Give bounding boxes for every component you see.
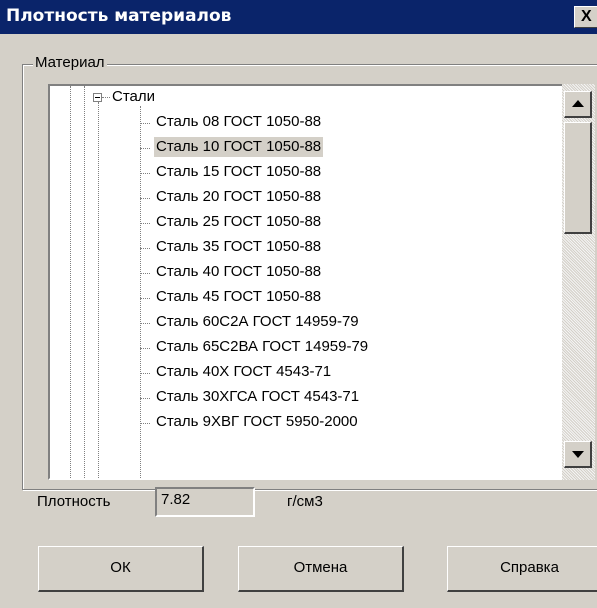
material-group-label: Материал bbox=[33, 54, 107, 71]
tree-guide-line bbox=[140, 123, 150, 124]
tree-guide-line bbox=[140, 148, 150, 149]
scroll-up-button[interactable] bbox=[564, 91, 592, 118]
scroll-thumb[interactable] bbox=[564, 122, 592, 234]
tree-guide-line bbox=[98, 102, 99, 478]
tree-node-steel-grade[interactable]: Сталь 40Х ГОСТ 4543-71 bbox=[154, 362, 333, 382]
density-unit-label: г/см3 bbox=[287, 493, 323, 510]
tree-node-steels[interactable]: Стали bbox=[110, 87, 157, 107]
tree-guide-line bbox=[84, 86, 85, 478]
tree-node-steel-grade[interactable]: Сталь 40 ГОСТ 1050-88 bbox=[154, 262, 323, 282]
tree-node-steel-grade[interactable]: Сталь 20 ГОСТ 1050-88 bbox=[154, 187, 323, 207]
help-button[interactable]: Справка bbox=[447, 546, 597, 592]
material-tree[interactable]: Стали Сталь 08 ГОСТ 1050-88 Сталь 10 ГОСТ… bbox=[48, 84, 595, 480]
arrow-up-icon bbox=[572, 100, 584, 107]
window-title: Плотность материалов bbox=[6, 6, 232, 26]
close-button[interactable]: X bbox=[574, 6, 597, 28]
tree-node-steel-grade[interactable]: Сталь 45 ГОСТ 1050-88 bbox=[154, 287, 323, 307]
tree-guide-line bbox=[140, 173, 150, 174]
tree-guide-line bbox=[140, 248, 150, 249]
tree-guide-line bbox=[70, 86, 71, 478]
tree-node-steel-grade[interactable]: Сталь 30ХГСА ГОСТ 4543-71 bbox=[154, 387, 361, 407]
density-field[interactable]: 7.82 bbox=[155, 487, 255, 517]
title-bar: Плотность материалов X bbox=[0, 0, 597, 34]
tree-guide-line bbox=[102, 97, 110, 98]
tree-guide-line bbox=[140, 373, 150, 374]
tree-guide-line bbox=[140, 273, 150, 274]
tree-guide-line bbox=[140, 298, 150, 299]
collapse-icon[interactable] bbox=[93, 93, 102, 102]
density-label: Плотность bbox=[37, 493, 111, 510]
tree-node-steel-grade[interactable]: Сталь 15 ГОСТ 1050-88 bbox=[154, 162, 323, 182]
tree-node-steel-grade[interactable]: Сталь 35 ГОСТ 1050-88 bbox=[154, 237, 323, 257]
tree-guide-line bbox=[140, 106, 141, 478]
tree-guide-line bbox=[140, 223, 150, 224]
tree-node-steel-grade[interactable]: Сталь 25 ГОСТ 1050-88 bbox=[154, 212, 323, 232]
cancel-button[interactable]: Отмена bbox=[238, 546, 404, 592]
tree-guide-line bbox=[140, 323, 150, 324]
tree-node-steel-grade[interactable]: Сталь 65С2ВА ГОСТ 14959-79 bbox=[154, 337, 370, 357]
scroll-down-button[interactable] bbox=[564, 441, 592, 468]
tree-node-steel-grade[interactable]: Сталь 60С2А ГОСТ 14959-79 bbox=[154, 312, 361, 332]
tree-scrollbar[interactable] bbox=[562, 84, 595, 480]
ok-button[interactable]: ОК bbox=[38, 546, 204, 592]
tree-guide-line bbox=[140, 423, 150, 424]
tree-node-steel-grade[interactable]: Сталь 9ХВГ ГОСТ 5950-2000 bbox=[154, 412, 360, 432]
tree-guide-line bbox=[140, 348, 150, 349]
tree-guide-line bbox=[140, 398, 150, 399]
tree-node-steel-grade[interactable]: Сталь 10 ГОСТ 1050-88 bbox=[154, 137, 324, 157]
close-icon: X bbox=[581, 8, 592, 25]
tree-node-steel-grade[interactable]: Сталь 08 ГОСТ 1050-88 bbox=[154, 112, 323, 132]
arrow-down-icon bbox=[572, 451, 584, 458]
tree-guide-line bbox=[140, 198, 150, 199]
